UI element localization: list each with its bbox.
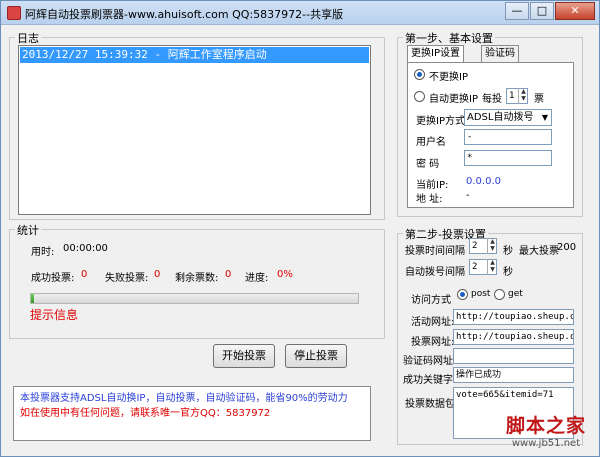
elapsed-label: 用时: xyxy=(31,247,55,258)
ticket-unit-label: 票 xyxy=(534,94,544,105)
dial-interval-unit: 秒 xyxy=(503,267,513,278)
success-label: 成功投票: xyxy=(31,273,75,284)
username-input[interactable]: - xyxy=(464,129,552,145)
get-label: get xyxy=(508,289,523,299)
ip-method-select[interactable]: ADSL自动拨号 ▼ xyxy=(464,109,552,126)
captcha-url-label: 验证码网址: xyxy=(403,356,457,367)
max-vote-value[interactable]: 200 xyxy=(557,242,576,253)
max-vote-label: 最大投票 xyxy=(519,246,559,257)
log-entry[interactable]: 2013/12/27 15:39:32 - 阿辉工作室程序启动 xyxy=(20,47,369,63)
method-label: 更换IP方式 xyxy=(416,116,465,127)
access-method-label: 访问方式 xyxy=(411,295,451,306)
maximize-button[interactable]: □ xyxy=(530,2,554,20)
ip-settings-panel: 不更换IP 自动更换IP 每投 1 ▲ ▼ 票 更换IP方式 ADSL自动拨号 ▼… xyxy=(407,62,574,208)
interval-spinner[interactable]: ▲ ▼ xyxy=(487,238,497,254)
log-group-label: 日志 xyxy=(15,30,41,46)
activity-url-input[interactable]: http://toupiao.sheup.com/ xyxy=(453,309,574,325)
success-keyword-label: 成功关键字 xyxy=(403,375,453,386)
interval-label: 投票时间间隔 xyxy=(405,246,465,257)
username-label: 用户名 xyxy=(416,137,446,148)
app-icon xyxy=(7,6,21,20)
captcha-url-input[interactable] xyxy=(453,348,574,364)
current-ip-value: 0.0.0.0 xyxy=(466,176,501,187)
start-vote-button[interactable]: 开始投票 xyxy=(213,344,275,368)
auto-change-ip-radio[interactable] xyxy=(414,91,425,102)
each-label: 每投 xyxy=(482,94,502,105)
dial-interval-label: 自动拨号间隔 xyxy=(405,267,465,278)
title-bar[interactable]: 阿辉自动投票刷票器-www.ahuisoft.com QQ:5837972--共… xyxy=(1,1,599,25)
chevron-down-icon: ▼ xyxy=(541,113,548,122)
activity-url-label: 活动网址: xyxy=(411,317,455,328)
post-label: post xyxy=(471,289,491,299)
info-text: 提示信息 xyxy=(30,308,79,322)
no-change-ip-label: 不更换IP xyxy=(429,72,468,83)
vote-url-label: 投票网址: xyxy=(411,337,455,348)
dial-interval-spinner[interactable]: ▲ ▼ xyxy=(487,259,497,275)
success-value: 0 xyxy=(81,269,88,280)
window-title: 阿辉自动投票刷票器-www.ahuisoft.com QQ:5837972--共… xyxy=(25,8,344,21)
no-change-ip-radio[interactable] xyxy=(414,69,425,80)
progress-label: 进度: xyxy=(245,273,269,284)
password-input[interactable]: * xyxy=(464,150,552,166)
watermark-sub: www.jb51.net xyxy=(511,438,581,449)
get-radio[interactable] xyxy=(494,289,505,300)
address-value: - xyxy=(466,190,470,201)
vote-data-label: 投票数据包 xyxy=(405,399,455,410)
elapsed-value: 00:00:00 xyxy=(63,243,108,254)
step1-group-label: 第一步、基本设置 xyxy=(403,30,495,46)
fail-value: 0 xyxy=(154,269,161,280)
main-window: 阿辉自动投票刷票器-www.ahuisoft.com QQ:5837972--共… xyxy=(0,0,600,457)
stop-vote-button[interactable]: 停止投票 xyxy=(285,344,347,368)
fail-label: 失败投票: xyxy=(105,273,149,284)
watermark: 脚本之家 www.jb51.net xyxy=(491,411,600,449)
address-label: 地 址: xyxy=(416,194,443,205)
notice-line-2: 如在使用中有任何问题，请联系唯一官方QQ：5837972 xyxy=(20,408,271,419)
tab-captcha[interactable]: 验证码 xyxy=(481,45,519,62)
progress-bar-fill xyxy=(31,294,35,303)
ip-method-value: ADSL自动拨号 xyxy=(467,112,534,123)
remaining-label: 剩余票数: xyxy=(175,273,219,284)
watermark-main: 脚本之家 xyxy=(505,415,586,437)
progress-value: 0% xyxy=(277,269,293,280)
current-ip-label: 当前IP: xyxy=(416,180,449,191)
stats-group-label: 统计 xyxy=(15,222,41,238)
password-label: 密 码 xyxy=(416,159,440,170)
log-listbox[interactable]: 2013/12/27 15:39:32 - 阿辉工作室程序启动 xyxy=(18,45,371,215)
minimize-button[interactable]: — xyxy=(505,2,529,20)
post-radio[interactable] xyxy=(457,289,468,300)
vote-url-input[interactable]: http://toupiao.sheup.com/ac xyxy=(453,329,574,345)
tab-ip-settings[interactable]: 更换IP设置 xyxy=(407,45,464,63)
success-keyword-input[interactable]: 操作已成功 xyxy=(453,367,574,383)
auto-change-ip-label: 自动更换IP xyxy=(429,94,478,105)
remaining-value: 0 xyxy=(225,269,232,280)
progress-bar xyxy=(30,293,359,304)
notice-line-1: 本投票器支持ADSL自动换IP，自动投票，自动验证码，能省90%的劳动力 xyxy=(20,393,348,404)
close-button[interactable]: ✕ xyxy=(555,2,595,20)
each-spinner[interactable]: ▲ ▼ xyxy=(518,88,528,104)
interval-unit: 秒 xyxy=(503,246,513,257)
notice-box: 本投票器支持ADSL自动换IP，自动投票，自动验证码，能省90%的劳动力 如在使… xyxy=(13,386,371,441)
